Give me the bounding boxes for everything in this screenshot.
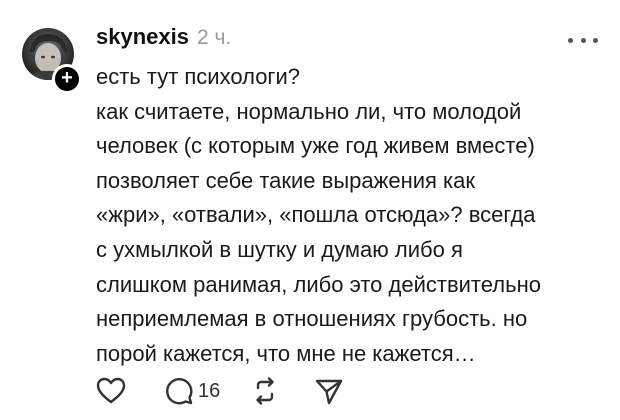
more-dot-icon (580, 37, 586, 43)
post-body: есть тут психологи? как считаете, нормал… (96, 60, 606, 371)
more-dot-icon (568, 37, 573, 43)
share-button[interactable] (314, 376, 344, 406)
post-card: + skynexis 2 ч. есть тут психологи? как … (0, 0, 620, 420)
post-text-paragraph: как считаете, нормально ли, что молодой … (96, 98, 541, 366)
more-dot-icon (593, 37, 598, 43)
action-bar: 16 (96, 376, 344, 406)
more-options-button[interactable] (568, 32, 598, 48)
username[interactable]: skynexis (96, 24, 189, 50)
avatar-container: + (22, 28, 82, 94)
comment-icon (166, 378, 193, 405)
repost-icon (256, 377, 274, 405)
follow-button[interactable]: + (52, 64, 82, 94)
heart-icon (96, 377, 126, 404)
timestamp: 2 ч. (196, 26, 232, 49)
repost-button[interactable] (250, 376, 280, 406)
post-header: skynexis 2 ч. (96, 24, 231, 56)
send-icon (316, 379, 343, 405)
reply-button[interactable]: 16 (164, 376, 220, 406)
post-text-line: есть тут психологи? (96, 64, 300, 89)
like-button[interactable] (96, 377, 126, 405)
plus-icon: + (61, 67, 73, 89)
reply-count: 16 (198, 379, 221, 402)
